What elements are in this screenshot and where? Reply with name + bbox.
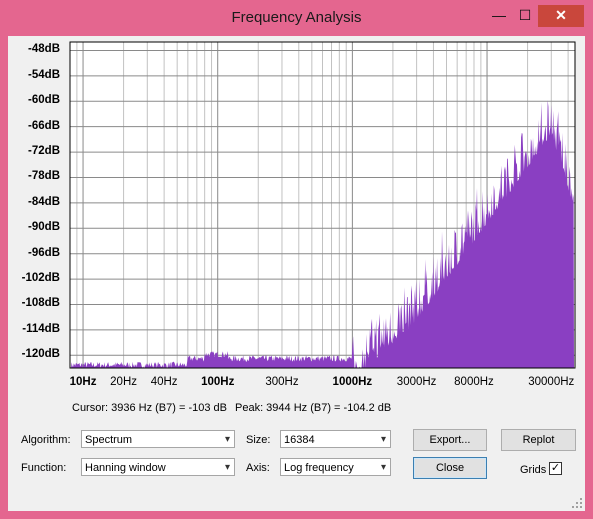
function-select-value: Hanning window bbox=[85, 462, 166, 474]
dialog-client-area: -48dB -54dB -60dB -66dB -72dB -78dB -84dB -90dB… bbox=[8, 36, 585, 511]
y-tick-label: -54dB bbox=[28, 68, 60, 81]
x-tick-label: 1000Hz bbox=[332, 376, 373, 388]
function-label: Function: bbox=[21, 462, 67, 474]
algorithm-select[interactable]: Spectrum ▾ bbox=[81, 430, 235, 448]
y-tick-label: -90dB bbox=[28, 221, 60, 234]
spectrum-plot[interactable] bbox=[12, 38, 581, 396]
y-tick-label: -78dB bbox=[28, 170, 60, 183]
spectrum-plot-panel: -48dB -54dB -60dB -66dB -72dB -78dB -84dB -90dB… bbox=[12, 38, 581, 428]
axis-select-value: Log frequency bbox=[284, 462, 354, 474]
algorithm-label: Algorithm: bbox=[21, 434, 71, 446]
y-tick-label: -102dB bbox=[21, 272, 60, 285]
axis-select[interactable]: Log frequency ▾ bbox=[280, 458, 391, 476]
chevron-down-icon: ▾ bbox=[224, 434, 230, 445]
size-label: Size: bbox=[246, 434, 271, 446]
y-tick-label: -66dB bbox=[28, 119, 60, 132]
y-tick-label: -48dB bbox=[28, 43, 60, 56]
x-tick-label: 30000Hz bbox=[528, 376, 575, 388]
maximize-button[interactable]: ☐ bbox=[514, 5, 536, 27]
y-tick-label: -114dB bbox=[22, 322, 60, 335]
grids-checkbox[interactable]: ✓ bbox=[549, 462, 562, 475]
export-button[interactable]: Export... bbox=[413, 429, 487, 451]
grids-label: Grids bbox=[520, 464, 547, 476]
y-tick-label: -108dB bbox=[21, 297, 60, 310]
chevron-down-icon: ▾ bbox=[380, 462, 386, 473]
y-tick-label: -72dB bbox=[28, 145, 60, 158]
resize-grip-icon[interactable] bbox=[572, 498, 582, 508]
size-select[interactable]: 16384 ▾ bbox=[280, 430, 391, 448]
x-tick-label: 40Hz bbox=[150, 376, 178, 388]
algorithm-select-value: Spectrum bbox=[85, 434, 133, 446]
close-window-button[interactable]: ✕ bbox=[538, 5, 584, 27]
x-tick-label: 3000Hz bbox=[396, 376, 437, 388]
x-tick-label: 300Hz bbox=[265, 376, 299, 388]
function-select[interactable]: Hanning window ▾ bbox=[81, 458, 235, 476]
chevron-down-icon: ▾ bbox=[224, 462, 230, 473]
peak-readout: Peak: 3944 Hz (B7) = -104.2 dB bbox=[235, 402, 392, 414]
size-select-value: 16384 bbox=[284, 434, 315, 446]
y-tick-label: -84dB bbox=[28, 195, 60, 208]
x-tick-label: 10Hz bbox=[69, 376, 97, 388]
y-tick-label: -96dB bbox=[28, 246, 60, 259]
axis-label: Axis: bbox=[246, 462, 270, 474]
x-tick-label: 100Hz bbox=[201, 376, 235, 388]
close-button[interactable]: Close bbox=[413, 457, 487, 479]
y-tick-label: -60dB bbox=[28, 94, 60, 107]
replot-button[interactable]: Replot bbox=[501, 429, 576, 451]
y-tick-label: -120dB bbox=[21, 348, 60, 361]
x-tick-label: 8000Hz bbox=[454, 376, 494, 388]
title-bar[interactable]: Frequency Analysis — ☐ ✕ bbox=[0, 0, 593, 36]
x-tick-label: 20Hz bbox=[110, 376, 138, 388]
minimize-button[interactable]: — bbox=[488, 5, 510, 27]
chevron-down-icon: ▾ bbox=[380, 434, 386, 445]
cursor-readout: Cursor: 3936 Hz (B7) = -103 dB bbox=[72, 402, 227, 414]
